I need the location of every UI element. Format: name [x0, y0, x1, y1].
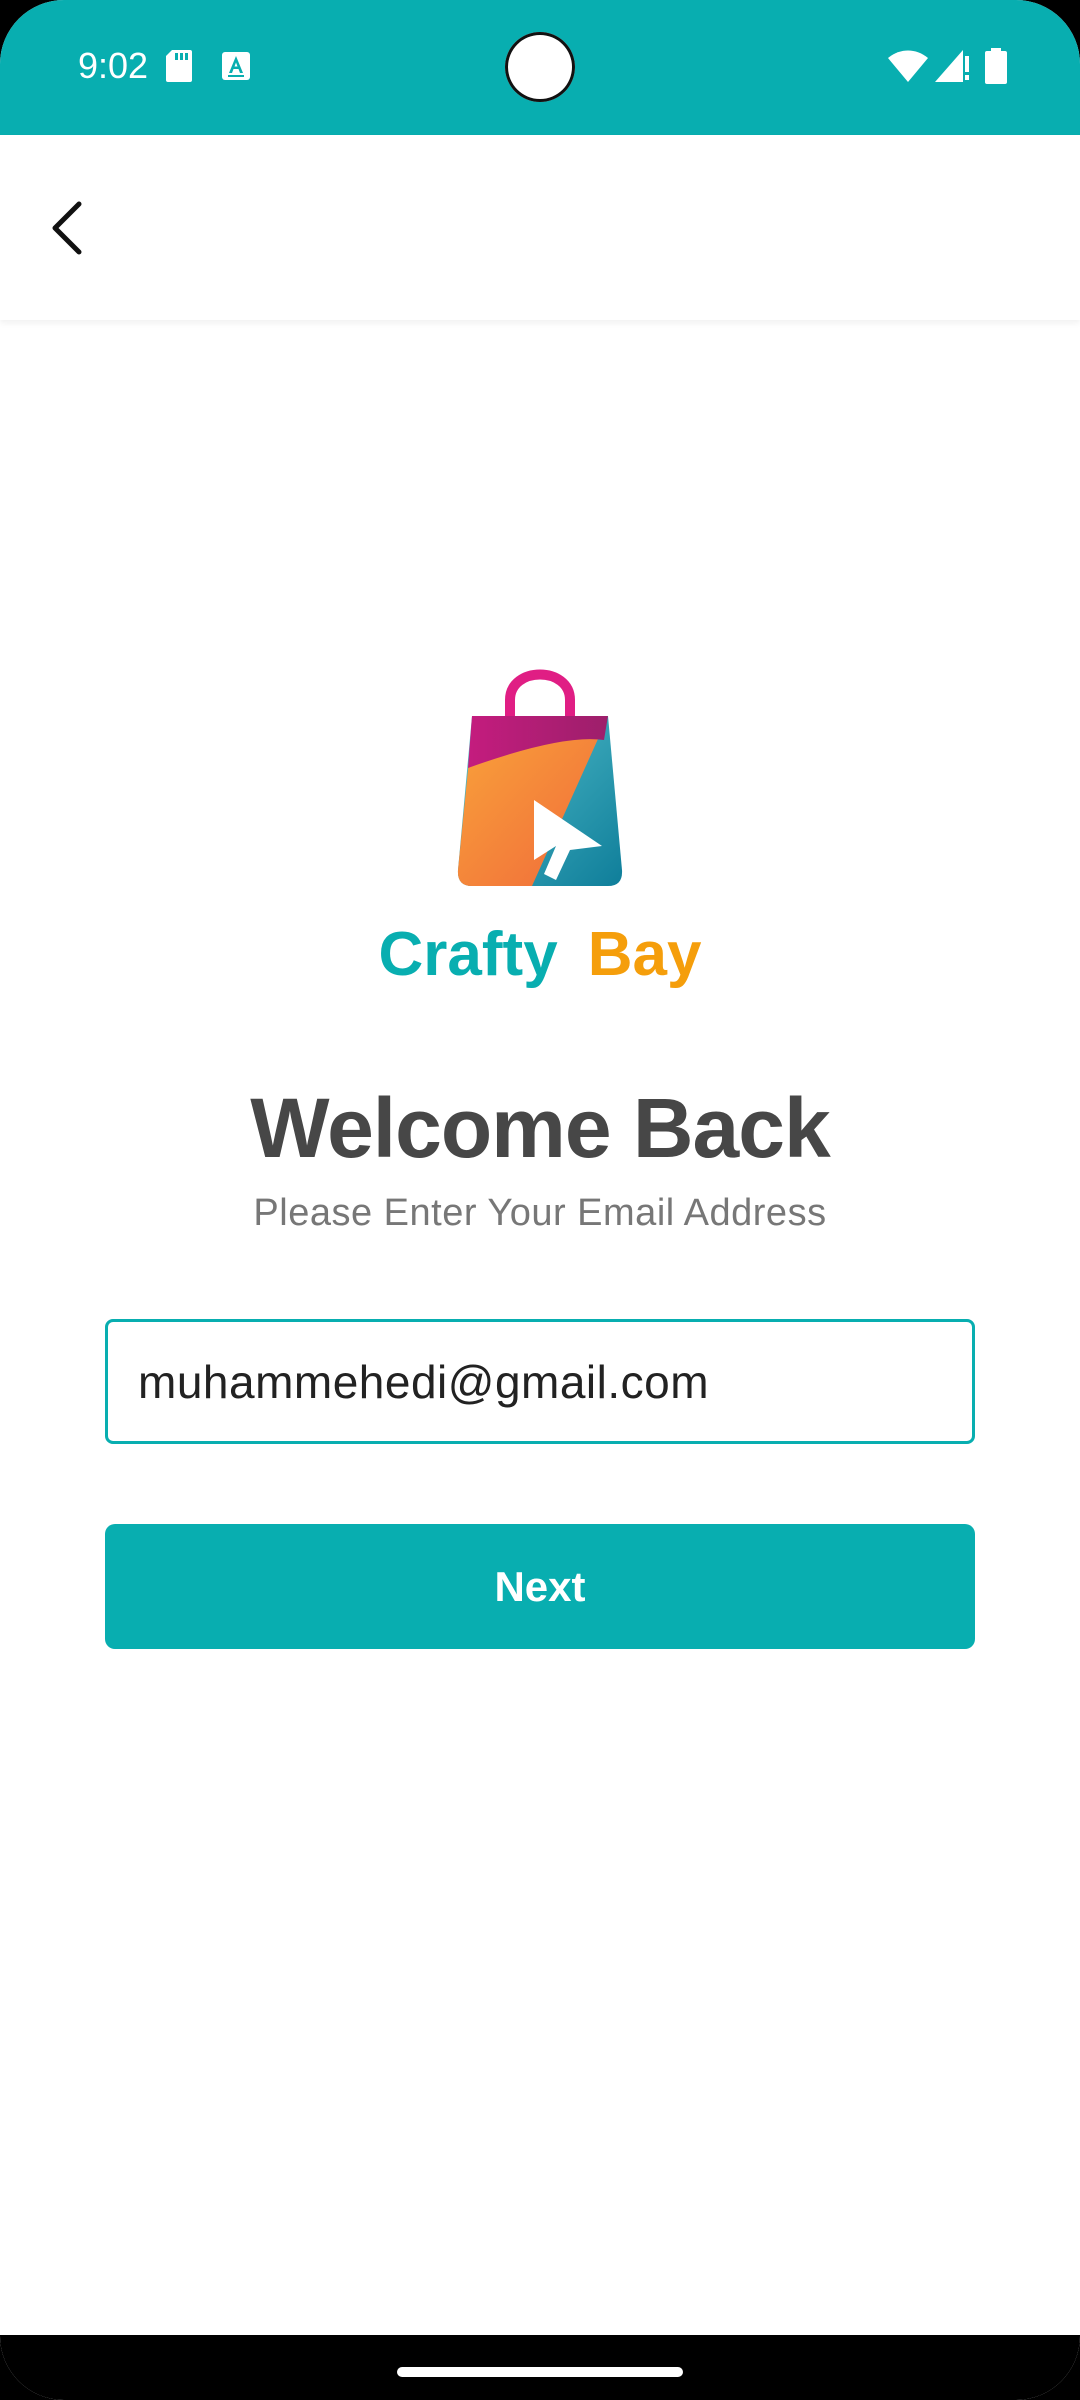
app-bar [0, 135, 1080, 320]
brand-name-part1: Crafty [378, 920, 558, 989]
battery-icon [985, 48, 1007, 89]
sd-card-icon [166, 50, 192, 87]
system-nav-bar [0, 2335, 1080, 2400]
brand-name-part2: Bay [587, 920, 702, 989]
page-title: Welcome Back [250, 1081, 830, 1175]
email-field-value: muhammehedi@gmail.com [138, 1355, 710, 1408]
home-indicator[interactable] [397, 2367, 683, 2377]
chevron-left-icon [47, 200, 87, 261]
back-button[interactable] [22, 185, 112, 275]
wifi-icon [888, 50, 928, 87]
status-bar: 9:02 [0, 0, 1080, 135]
email-field[interactable]: muhammehedi@gmail.com [105, 1319, 975, 1444]
brand-name: Crafty Bay [0, 918, 1080, 992]
signal-icon [935, 50, 971, 87]
shopping-bag-logo-icon [452, 660, 628, 895]
page-subtitle: Please Enter Your Email Address [253, 1192, 827, 1234]
phone-screen: 9:02 Crafty Bay Welcome Back Please Ente… [0, 0, 1080, 2400]
status-time: 9:02 [78, 45, 149, 86]
next-button[interactable]: Next [105, 1524, 975, 1649]
next-button-label: Next [494, 1562, 586, 1610]
front-camera [505, 32, 575, 102]
accessibility-a-icon [222, 52, 250, 85]
